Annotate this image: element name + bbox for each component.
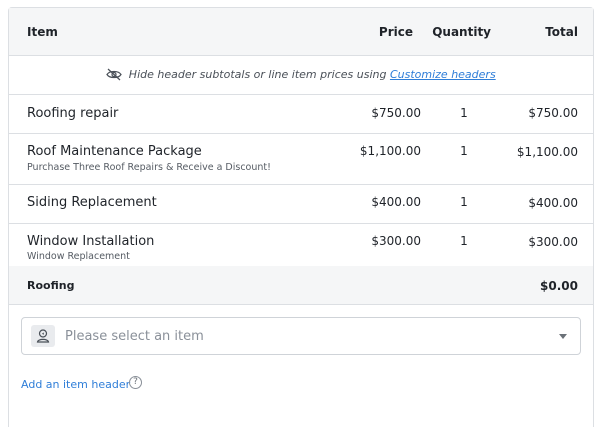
add-item-header-link[interactable]: Add an item header	[21, 378, 130, 391]
column-header-price: Price	[378, 25, 413, 39]
line-item-quantity: 1	[460, 144, 468, 158]
column-header-item: Item	[27, 25, 58, 39]
item-header-subtotal-row: Roofing $0.00	[9, 266, 593, 305]
line-item-description: Window Replacement	[27, 251, 130, 262]
item-icon	[31, 325, 55, 347]
line-item-row[interactable]: Roofing repair $750.00 1 $750.00	[9, 95, 593, 134]
line-item-quantity: 1	[460, 106, 468, 120]
line-item-price: $300.00	[371, 234, 421, 248]
question-circle-icon[interactable]: ?	[129, 376, 142, 389]
line-item-name: Siding Replacement	[27, 195, 157, 210]
line-item-row[interactable]: Roof Maintenance Package Purchase Three …	[9, 134, 593, 185]
line-item-price: $400.00	[371, 195, 421, 209]
line-item-quantity: 1	[460, 234, 468, 248]
line-item-description: Purchase Three Roof Repairs & Receive a …	[27, 162, 271, 173]
column-header-quantity: Quantity	[432, 25, 491, 39]
column-header-total: Total	[545, 25, 578, 39]
table-header: Item Price Quantity Total	[9, 8, 593, 56]
item-header-subtotal: $0.00	[540, 279, 578, 293]
line-item-total: $400.00	[528, 196, 578, 210]
item-select-placeholder: Please select an item	[65, 329, 204, 344]
line-item-name: Window Installation	[27, 234, 155, 249]
line-item-name: Roofing repair	[27, 106, 119, 121]
line-item-total: $300.00	[528, 235, 578, 249]
chevron-down-icon[interactable]	[559, 334, 567, 339]
line-items-card: Item Price Quantity Total Hide header su…	[8, 7, 594, 427]
customize-headers-link[interactable]: Customize headers	[390, 68, 496, 81]
line-item-total: $1,100.00	[516, 145, 578, 159]
line-item-total: $750.00	[528, 106, 578, 120]
line-item-name: Roof Maintenance Package	[27, 144, 202, 159]
line-item-quantity: 1	[460, 195, 468, 209]
eye-slash-icon	[106, 68, 123, 84]
line-item-row[interactable]: Siding Replacement $400.00 1 $400.00	[9, 185, 593, 224]
item-header-label: Roofing	[27, 279, 75, 292]
line-item-row[interactable]: Window Installation Window Replacement $…	[9, 224, 593, 267]
line-item-price: $1,100.00	[359, 144, 421, 158]
item-select[interactable]: Please select an item	[21, 317, 581, 355]
notice-text: Hide header subtotals or line item price…	[128, 68, 387, 81]
customize-headers-notice: Hide header subtotals or line item price…	[9, 56, 593, 95]
line-item-price: $750.00	[371, 106, 421, 120]
